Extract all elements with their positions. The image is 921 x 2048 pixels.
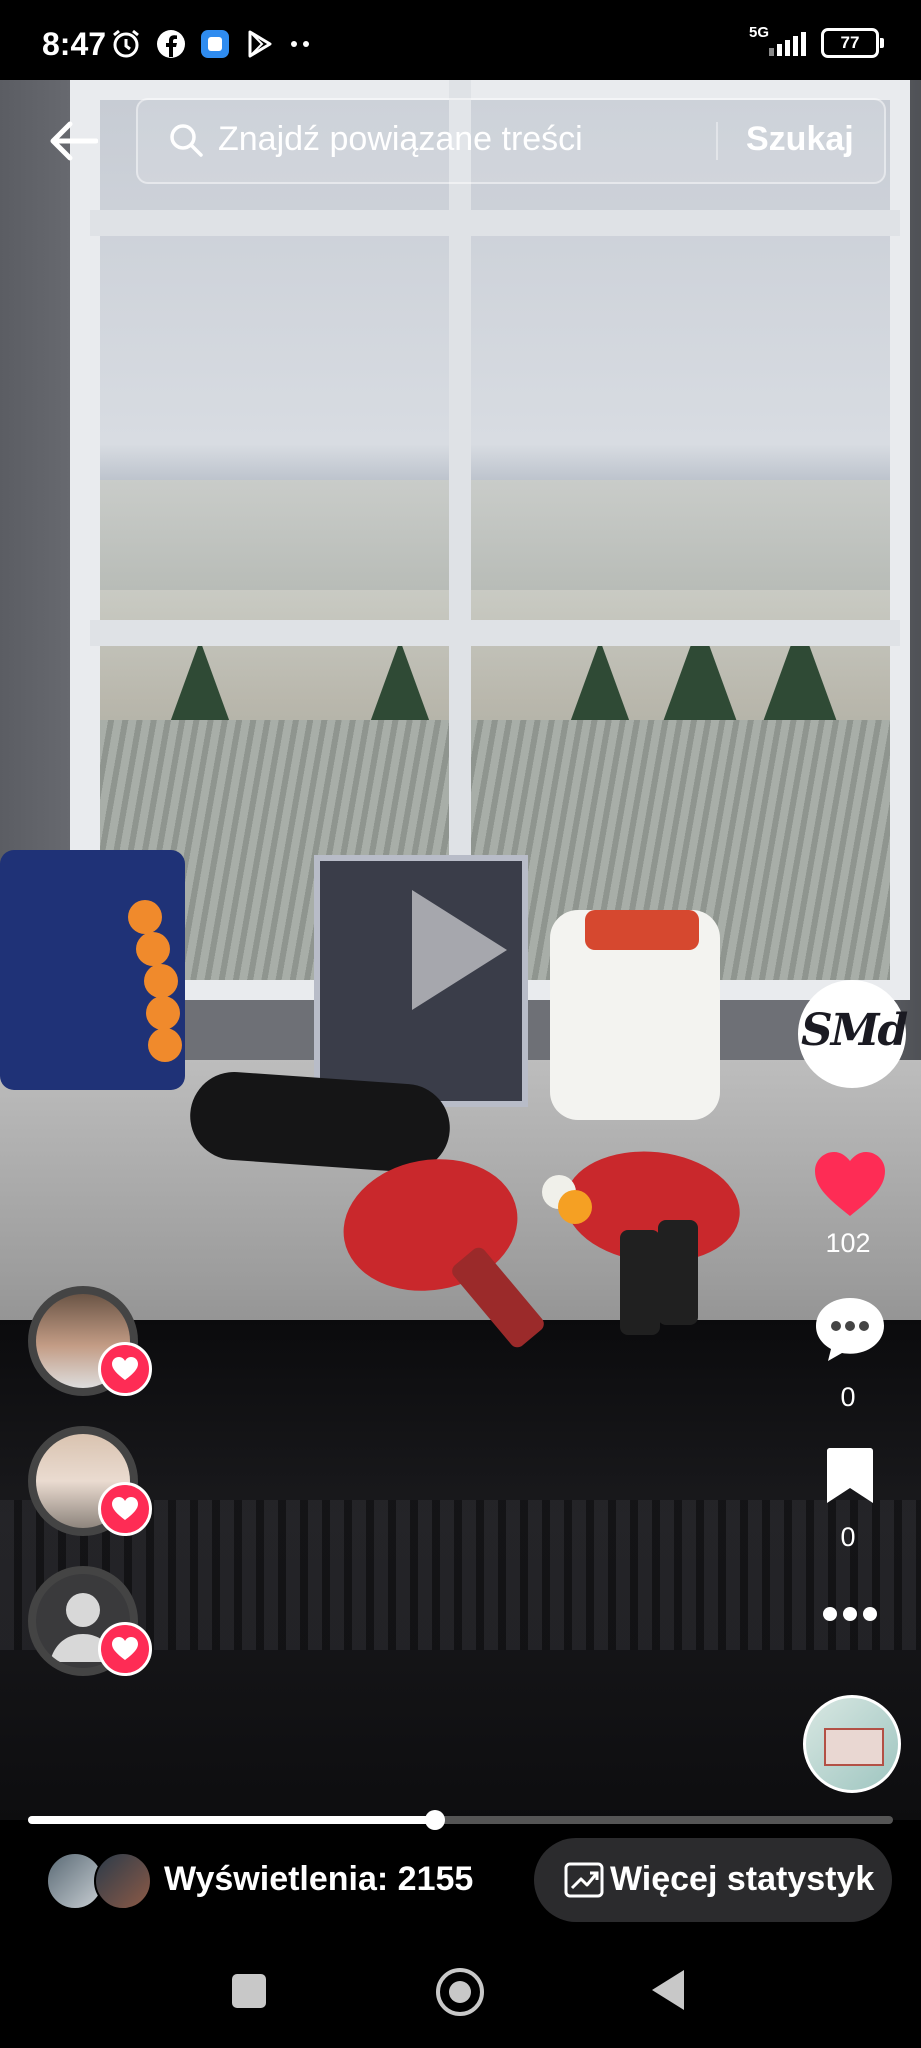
more-stats-button[interactable]: Więcej statystyk <box>534 1838 892 1922</box>
search-icon <box>170 124 203 157</box>
status-time: 8:47 <box>42 26 107 62</box>
liker-heart-icon <box>98 1622 152 1676</box>
video-player[interactable] <box>0 80 921 1820</box>
search-divider <box>716 122 718 160</box>
creator-logo: SMd <box>801 1005 908 1056</box>
progress-thumb[interactable] <box>424 1810 445 1830</box>
like-heart-icon[interactable] <box>812 1150 888 1220</box>
play-icon[interactable] <box>412 890 507 1010</box>
more-notifications-icon <box>291 41 309 47</box>
stats-bar: Wyświetlenia: 2155 Więcej statystyk <box>0 1830 921 1930</box>
creator-avatar[interactable]: SMd <box>798 980 908 1088</box>
search-box[interactable]: Znajdź powiązane treści Szukaj <box>136 98 886 184</box>
system-back-button[interactable] <box>652 1970 684 2010</box>
liker-heart-icon <box>98 1482 152 1536</box>
liker-avatar-2[interactable] <box>28 1426 152 1536</box>
signal-icon <box>769 32 806 56</box>
system-nav-bar <box>0 1930 921 2048</box>
bookmark-icon[interactable] <box>824 1446 876 1506</box>
comment-count: 0 <box>840 1382 856 1412</box>
views-count: Wyświetlenia: 2155 <box>164 1860 474 1898</box>
battery-indicator: 77 <box>821 28 884 58</box>
alarm-icon <box>113 29 139 58</box>
signal-indicator: 5G <box>749 24 809 58</box>
home-button[interactable] <box>436 1968 484 2016</box>
search-button[interactable]: Szukaj <box>746 120 854 159</box>
more-stats-label: Więcej statystyk <box>610 1860 875 1898</box>
liker-avatar-1[interactable] <box>28 1286 152 1396</box>
status-icons-left <box>110 28 314 60</box>
viewer-avatars[interactable] <box>46 1852 154 1910</box>
trending-chart-icon <box>564 1862 604 1898</box>
search-input[interactable]: Znajdź powiązane treści <box>218 120 583 159</box>
facebook-icon <box>157 30 185 58</box>
more-options-icon[interactable] <box>820 1604 880 1624</box>
progress-fill <box>28 1816 435 1824</box>
like-count: 102 <box>825 1228 871 1258</box>
sound-disc[interactable] <box>803 1695 901 1793</box>
play-store-icon <box>248 30 272 58</box>
status-bar: 8:47 5G 77 <box>0 0 921 80</box>
liker-heart-icon <box>98 1342 152 1396</box>
recent-apps-button[interactable] <box>232 1974 266 2008</box>
liker-avatar-3[interactable] <box>28 1566 152 1676</box>
save-count: 0 <box>840 1522 856 1552</box>
comment-icon[interactable] <box>814 1296 886 1364</box>
messenger-app-icon <box>201 30 229 58</box>
video-progress-bar[interactable] <box>28 1810 893 1830</box>
back-arrow-icon[interactable] <box>48 120 98 162</box>
status-icons-right: 5G 77 <box>749 24 884 58</box>
